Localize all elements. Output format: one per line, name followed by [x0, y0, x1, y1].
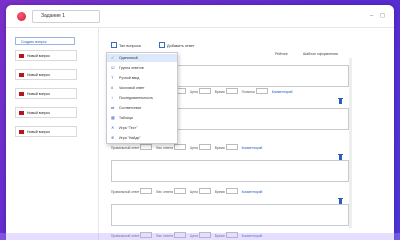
comment-link[interactable]: Комментарий [242, 190, 263, 194]
time-label: Время [214, 90, 225, 94]
cost-label: Цена [189, 90, 198, 94]
dropdown-item-matching[interactable]: ⇄ Соответствие [107, 104, 177, 112]
item-label: Игра "Найди" [119, 136, 141, 140]
question-sidebar: Создать вопрос Новый вопрос Новый вопрос… [6, 28, 99, 240]
item-label: Соответствие [119, 106, 142, 110]
question-list-item[interactable]: Новый вопрос [15, 88, 77, 99]
cost-input[interactable] [198, 188, 211, 194]
item-label: Игра "Тест" [119, 126, 138, 130]
question-label: Новый вопрос [27, 54, 51, 58]
question-icon [19, 54, 24, 58]
question-label: Новый вопрос [27, 92, 51, 96]
answer-options-row: Правильный ответ Вес ответа Цена Время К… [111, 144, 262, 151]
maximize-icon[interactable]: ◻ [380, 13, 385, 19]
time-label: Время [214, 146, 225, 150]
cost-label: Цена [189, 190, 198, 194]
question-icon [19, 111, 24, 115]
question-label: Новый вопрос [27, 111, 51, 115]
scoring-header: Шаблон оформления [303, 52, 338, 56]
weight-input[interactable] [174, 144, 186, 150]
dropdown-item-numeric[interactable]: # Числовой ответ [107, 84, 177, 92]
attempts-input[interactable] [255, 88, 268, 94]
matching-icon: ⇄ [111, 105, 115, 110]
correct-input[interactable] [140, 144, 153, 150]
table-icon: ▦ [111, 115, 115, 120]
cost-label: Цена [189, 146, 198, 150]
multiple-choice-icon: ☑ [111, 65, 115, 70]
add-icon [159, 42, 165, 48]
question-icon [19, 92, 24, 96]
time-label: Время [214, 190, 225, 194]
dropdown-item-text-input[interactable]: T Ручной ввод [107, 74, 177, 82]
weight-input[interactable] [174, 188, 186, 194]
add-answer-label: Добавить ответ [167, 44, 195, 48]
dropdown-item-table[interactable]: ▦ Таблица [107, 114, 177, 122]
question-label: Новый вопрос [27, 73, 51, 77]
time-input[interactable] [225, 88, 238, 94]
checkbox-icon [111, 42, 117, 48]
question-list-item[interactable]: Новый вопрос [15, 69, 77, 80]
question-list-item[interactable]: Новый вопрос [15, 126, 77, 137]
weight-label: Вес ответа [156, 190, 173, 194]
question-type-button[interactable]: Тип вопроса [111, 42, 141, 49]
single-choice-icon: ✓ [111, 55, 115, 60]
question-type-dropdown: ✓ Одиночный ☑ Группа ответов T Ручной ввод … [106, 52, 178, 144]
numeric-icon: # [111, 85, 114, 90]
scrollbar[interactable] [349, 58, 352, 228]
item-label: Последовательность [119, 96, 154, 100]
time-input[interactable] [225, 188, 238, 194]
answer-options-row: Правильный ответ Вес ответа Цена Время К… [111, 188, 262, 195]
cost-input[interactable] [198, 88, 211, 94]
item-label: Ручной ввод [119, 76, 140, 80]
question-type-label: Тип вопроса [119, 44, 141, 48]
document-tab[interactable]: Задание 1 [32, 10, 100, 23]
app-logo-icon [17, 12, 26, 21]
add-answer-button[interactable]: Добавить ответ [159, 42, 194, 49]
answer-text-field[interactable] [111, 204, 349, 226]
question-list-item[interactable]: Новый вопрос [15, 107, 77, 118]
question-icon [19, 73, 24, 77]
delete-icon[interactable] [338, 98, 343, 104]
dropdown-item-game-test[interactable]: ✕ Игра "Тест" [107, 124, 177, 132]
question-label: Новый вопрос [27, 130, 51, 134]
item-label: Числовой ответ [119, 86, 145, 90]
text-input-icon: T [111, 75, 114, 80]
title-bar: Задание 1 – ◻ [6, 5, 394, 28]
create-question-button[interactable]: Создать вопрос [15, 37, 75, 45]
item-label: Группа ответов [119, 66, 144, 70]
attempts-label: Попытки [241, 90, 255, 94]
answer-text-field[interactable] [111, 160, 349, 182]
time-input[interactable] [225, 144, 238, 150]
cost-input[interactable] [198, 144, 211, 150]
game-test-icon: ✕ [111, 125, 115, 130]
background-glow [0, 233, 400, 240]
comment-link[interactable]: Комментарий [272, 90, 293, 94]
dropdown-item-sequence[interactable]: ↕ Последовательность [107, 94, 177, 102]
correct-label: Правильный ответ [111, 190, 140, 194]
weight-label: Вес ответа [156, 146, 173, 150]
app-window: Задание 1 – ◻ Создать вопрос Новый вопро… [6, 5, 394, 240]
sequence-icon: ↕ [111, 95, 113, 100]
item-label: Таблица [119, 116, 133, 120]
correct-label: Правильный ответ [111, 146, 140, 150]
question-list-item[interactable]: Новый вопрос [15, 50, 77, 61]
question-icon [19, 130, 24, 134]
correct-input[interactable] [140, 188, 153, 194]
item-label: Одиночный [119, 56, 138, 60]
dropdown-item-single[interactable]: ✓ Одиночный [107, 54, 177, 62]
rating-header: Рейтинг [275, 52, 288, 56]
dropdown-item-group[interactable]: ☑ Группа ответов [107, 64, 177, 72]
minimize-icon[interactable]: – [370, 13, 373, 19]
comment-link[interactable]: Комментарий [242, 146, 263, 150]
game-find-icon: ⊕ [111, 135, 115, 140]
dropdown-item-game-find[interactable]: ⊕ Игра "Найди" [107, 134, 177, 142]
